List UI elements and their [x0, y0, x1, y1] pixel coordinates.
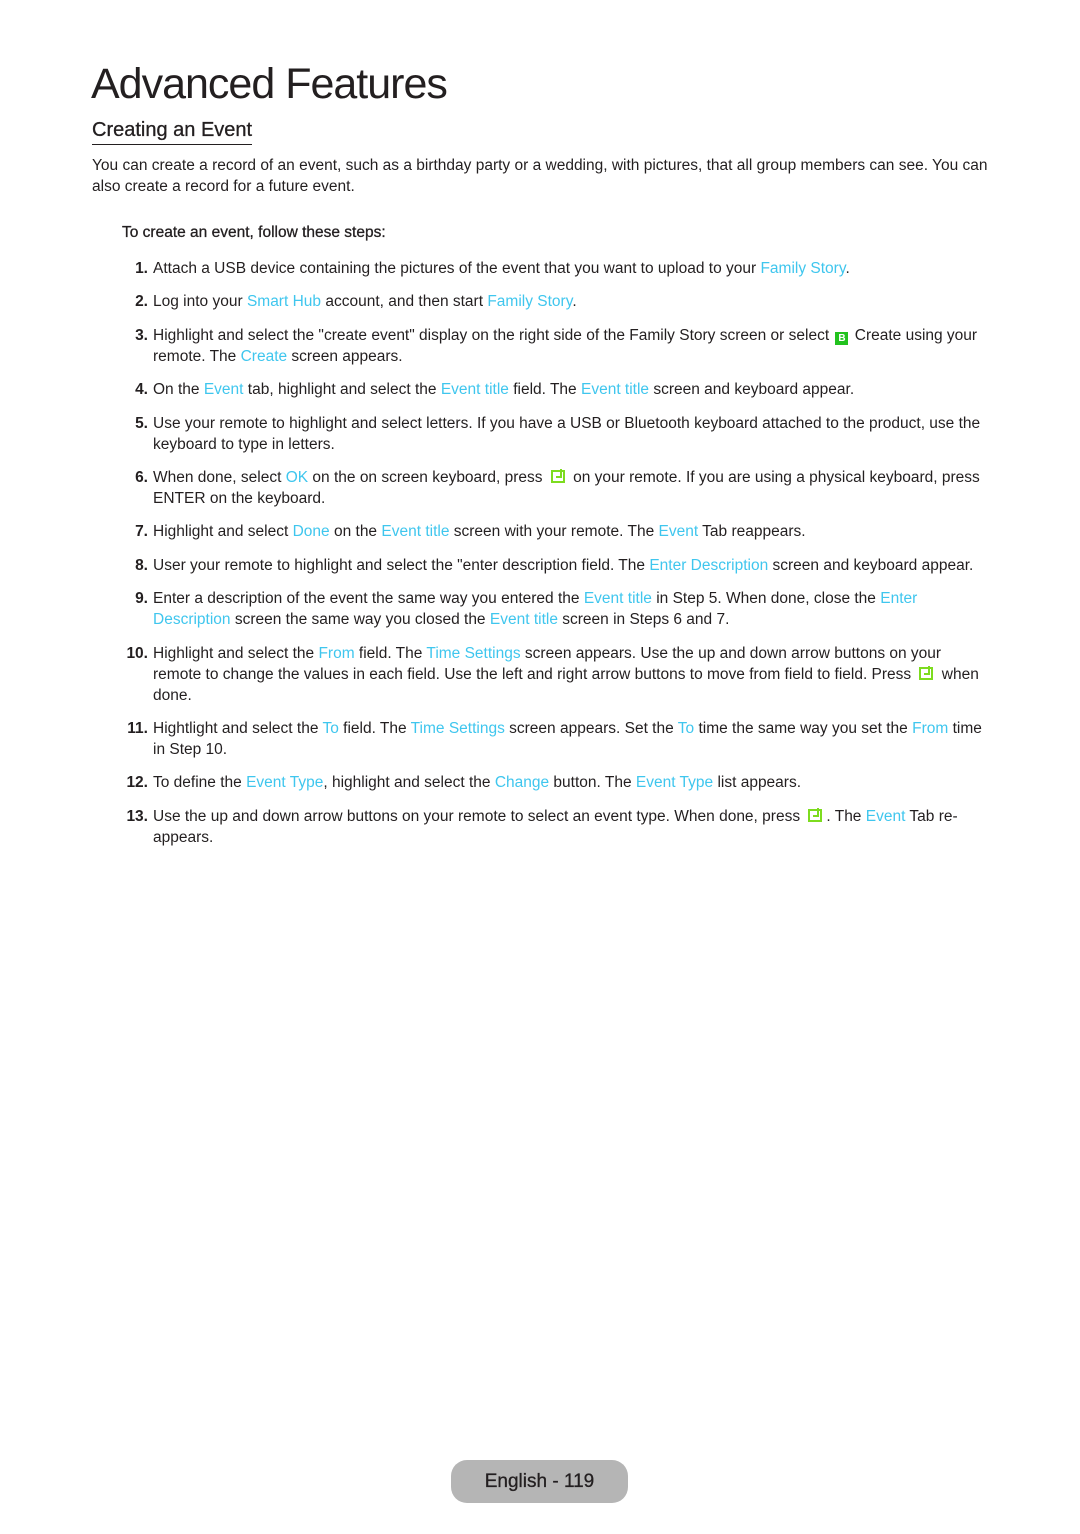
steps-heading: To create an event, follow these steps:	[122, 224, 386, 241]
step-text: Attach a USB device containing the pictu…	[153, 260, 761, 277]
step-item: 2. Log into your Smart Hub account, and t…	[92, 291, 992, 312]
step-text: Highlight and select the	[153, 644, 319, 662]
step-number: 7.	[135, 523, 148, 541]
ui-term-highlight: Event Type	[246, 774, 324, 792]
ui-term-highlight: To	[322, 719, 339, 737]
step-text: in Step 5. When done, close the	[651, 590, 881, 608]
step-text: Tab reappears.	[698, 523, 806, 541]
ui-term-highlight: Time Settings	[426, 644, 521, 662]
step-number: 9.	[135, 590, 148, 608]
page-number-badge: English - 119	[451, 1460, 628, 1503]
step-text: list appears.	[713, 774, 802, 792]
ui-term-highlight: From	[318, 644, 355, 662]
step-text: field. The	[508, 381, 581, 399]
step-text: screen appears. Set the	[504, 719, 678, 737]
step-text: screen and keyboard appear.	[768, 556, 974, 574]
ui-term-highlight: Event title	[381, 523, 450, 541]
step-item: 7. Highlight and select Done on the Event…	[92, 521, 992, 542]
step-number: 5.	[135, 414, 148, 432]
ui-term-highlight: Time Settings	[410, 719, 505, 737]
ui-term-highlight: To	[677, 719, 695, 737]
step-text: Hightlight and select the	[153, 719, 323, 737]
step-text: Use your remote to highlight and select …	[153, 414, 981, 453]
ui-term-highlight: Event title	[440, 381, 509, 399]
step-text: , highlight and select the	[323, 774, 495, 792]
step-item: 9. Enter a description of the event the s…	[92, 588, 992, 630]
step-text: screen in Steps 6 and 7.	[557, 611, 730, 629]
step-text: Log into your	[153, 293, 247, 311]
step-number: 1.	[135, 260, 148, 277]
page-title: Advanced Features	[91, 60, 448, 108]
ui-term-highlight: Done	[292, 523, 330, 541]
step-text: .	[572, 293, 577, 311]
step-text: Highlight and select the "create event" …	[153, 326, 834, 344]
section-title: Creating an Event	[92, 117, 252, 145]
step-number: 11.	[127, 719, 148, 737]
step-text: account, and then start	[321, 293, 488, 311]
step-number: 2.	[135, 293, 148, 311]
ui-term-highlight: Family Story	[760, 260, 846, 277]
step-item: 5. Use your remote to highlight and selec…	[92, 413, 992, 455]
step-text: When done, select	[153, 468, 286, 486]
step-text: screen and keyboard appear.	[649, 381, 855, 399]
step-text: on the on screen keyboard, press	[308, 468, 547, 486]
step-text: button. The	[549, 774, 636, 792]
step-text: To define the	[153, 774, 247, 792]
ui-term-highlight: From	[912, 719, 949, 737]
ui-term-highlight: Event title	[580, 381, 650, 399]
ui-term-highlight: OK	[285, 468, 309, 486]
ui-term-highlight: Event	[658, 523, 699, 541]
enter-key-icon	[919, 665, 934, 680]
ui-term-highlight: Enter Description	[649, 556, 769, 574]
step-item: 8. User your remote to highlight and sele…	[92, 555, 992, 576]
intro-paragraph: You can create a record of an event, suc…	[92, 157, 988, 195]
step-number: 3.	[135, 326, 148, 344]
step-text: .	[845, 260, 850, 277]
step-item: 4. On the Event tab, highlight and select…	[92, 379, 992, 400]
step-text: On the	[153, 381, 204, 399]
ui-term-highlight: Event	[203, 381, 244, 399]
step-text: time the same way you set the	[694, 719, 913, 737]
step-number: 12.	[126, 774, 148, 792]
step-item: 13. Use the up and down arrow buttons on …	[92, 806, 992, 848]
b-button-icon: B	[835, 331, 849, 345]
step-number: 13.	[126, 807, 148, 825]
step-number: 6.	[135, 468, 148, 486]
step-item: 10. Highlight and select the From field. …	[92, 643, 992, 706]
step-number: 4.	[135, 381, 148, 399]
ui-term-highlight: Smart Hub	[246, 293, 322, 311]
step-item: 12. To define the Event Type, highlight a…	[92, 772, 992, 793]
step-text: tab, highlight and select the	[243, 381, 441, 399]
step-number: 10.	[126, 644, 148, 662]
step-text: . The	[826, 807, 866, 825]
step-text: screen the same way you closed the	[230, 611, 490, 629]
step-item: 1. Attach a USB device containing the pic…	[92, 258, 992, 279]
ui-term-highlight: Change	[494, 774, 550, 792]
step-text: screen appears.	[287, 347, 403, 365]
ui-term-highlight: Create	[240, 347, 288, 365]
step-item: 6. When done, select OK on the on screen …	[92, 467, 992, 509]
step-item: 11. Hightlight and select the To field. T…	[92, 718, 992, 760]
step-text: Highlight and select	[153, 523, 293, 541]
step-text: field. The	[354, 644, 427, 662]
ui-term-highlight: Family Story	[487, 293, 573, 311]
step-text: Use the up and down arrow buttons on you…	[153, 807, 805, 825]
step-number: 8.	[135, 556, 148, 574]
ui-term-highlight: Event title	[583, 590, 652, 608]
steps-list: 1. Attach a USB device containing the pic…	[92, 258, 992, 860]
ui-term-highlight: Event title	[489, 611, 558, 629]
step-text: Enter a description of the event the sam…	[153, 590, 584, 608]
step-text: screen with your remote. The	[449, 523, 659, 541]
ui-term-highlight: Event	[865, 807, 906, 825]
step-text: on the	[329, 523, 382, 541]
enter-key-icon	[808, 807, 823, 822]
ui-term-highlight: Event Type	[635, 774, 714, 792]
step-text: User your remote to highlight and select…	[153, 556, 650, 574]
step-item: 3. Highlight and select the "create event…	[92, 325, 992, 367]
step-text: field. The	[338, 719, 411, 737]
enter-key-icon	[550, 468, 565, 483]
